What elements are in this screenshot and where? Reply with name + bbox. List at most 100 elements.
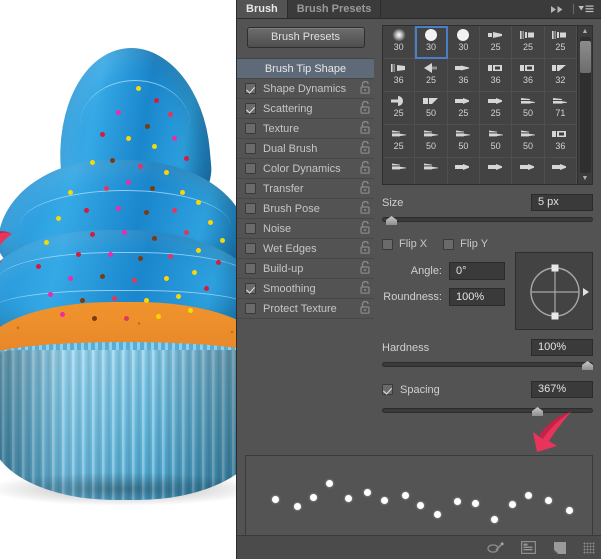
size-input[interactable]: 5 px bbox=[531, 194, 593, 211]
preset-scrollbar[interactable]: ▲ ▼ bbox=[577, 26, 592, 184]
brush-preset-item[interactable]: 30 bbox=[383, 26, 416, 59]
brush-preset-item[interactable]: 30 bbox=[447, 26, 480, 59]
scrollbar-thumb[interactable] bbox=[579, 41, 591, 73]
unlock-icon[interactable] bbox=[356, 220, 374, 237]
scrollbar-track[interactable] bbox=[579, 37, 591, 173]
brush-preset-item[interactable] bbox=[480, 158, 513, 184]
brush-option-checkbox[interactable] bbox=[245, 123, 256, 134]
brush-preset-item[interactable] bbox=[448, 158, 480, 184]
brush-preset-item[interactable]: 25 bbox=[383, 125, 416, 158]
brush-option-checkbox[interactable] bbox=[245, 203, 256, 214]
brush-preset-item[interactable]: 25 bbox=[383, 92, 416, 125]
roundness-input[interactable]: 100% bbox=[449, 288, 505, 306]
brush-option-protect-texture[interactable]: Protect Texture bbox=[237, 299, 374, 319]
brush-preset-item[interactable]: 36 bbox=[383, 59, 416, 92]
brush-preset-item[interactable]: 25 bbox=[447, 92, 480, 125]
brush-preset-item[interactable]: 25 bbox=[479, 26, 513, 59]
brush-option-color-dynamics[interactable]: Color Dynamics bbox=[237, 159, 374, 179]
brush-option-checkbox[interactable] bbox=[245, 263, 256, 274]
brush-preset-item[interactable]: 50 bbox=[512, 125, 545, 158]
size-slider[interactable] bbox=[382, 215, 593, 227]
document-canvas[interactable] bbox=[0, 0, 236, 559]
brush-preset-grid[interactable]: 30 30 30 25 25 25 36 25 36 36 36 32 25 50 25 25 50 71 25 50… bbox=[383, 26, 577, 184]
unlock-icon[interactable] bbox=[356, 80, 374, 97]
brush-option-checkbox[interactable] bbox=[245, 283, 256, 294]
panel-menu-icon[interactable] bbox=[576, 0, 601, 18]
brush-option-smoothing[interactable]: Smoothing bbox=[237, 279, 374, 299]
unlock-icon[interactable] bbox=[356, 100, 374, 117]
brush-preset-item[interactable]: 32 bbox=[544, 59, 577, 92]
flip-y-checkbox[interactable] bbox=[443, 238, 455, 250]
brush-option-scattering[interactable]: Scattering bbox=[237, 99, 374, 119]
unlock-icon[interactable] bbox=[356, 300, 374, 317]
brush-preset-item[interactable]: 50 bbox=[415, 92, 448, 125]
spacing-checkbox[interactable] bbox=[382, 384, 393, 395]
brush-preset-item[interactable]: 71 bbox=[544, 92, 577, 125]
brush-preset-item[interactable]: 50 bbox=[512, 92, 545, 125]
brush-preset-item[interactable]: 25 bbox=[479, 92, 513, 125]
brush-option-wet-edges[interactable]: Wet Edges bbox=[237, 239, 374, 259]
brush-option-checkbox[interactable] bbox=[245, 163, 256, 174]
brush-preset-item[interactable]: 50 bbox=[479, 125, 513, 158]
resize-grip-icon[interactable] bbox=[583, 541, 595, 554]
unlock-icon[interactable] bbox=[356, 160, 374, 177]
brush-option-checkbox[interactable] bbox=[245, 83, 256, 94]
brush-preset-item[interactable]: 36 bbox=[447, 59, 480, 92]
brush-option-checkbox[interactable] bbox=[245, 223, 256, 234]
unlock-icon[interactable] bbox=[356, 140, 374, 157]
angle-input[interactable]: 0° bbox=[449, 262, 505, 280]
size-label: Size bbox=[382, 196, 404, 209]
brush-option-label: Noise bbox=[263, 222, 292, 235]
brush-option-checkbox[interactable] bbox=[245, 243, 256, 254]
brush-preset-item[interactable]: 25 bbox=[415, 59, 448, 92]
brush-presets-button[interactable]: Brush Presets bbox=[246, 27, 365, 48]
brush-option-checkbox[interactable] bbox=[245, 183, 256, 194]
brush-option-brush-pose[interactable]: Brush Pose bbox=[237, 199, 374, 219]
brush-preset-item[interactable]: 50 bbox=[447, 125, 480, 158]
brush-option-dual-brush[interactable]: Dual Brush bbox=[237, 139, 374, 159]
double-arrow-right-icon[interactable] bbox=[544, 0, 571, 18]
scroll-up-arrow-icon[interactable]: ▲ bbox=[582, 28, 589, 35]
unlock-icon[interactable] bbox=[356, 120, 374, 137]
brush-preset-item[interactable]: 50 bbox=[415, 125, 448, 158]
brush-preset-item[interactable]: 25 bbox=[544, 26, 577, 59]
brush-preset-item[interactable]: 36 bbox=[479, 59, 513, 92]
unlock-icon[interactable] bbox=[356, 260, 374, 277]
unlock-icon[interactable] bbox=[356, 180, 374, 197]
tab-brush-presets[interactable]: Brush Presets bbox=[287, 0, 382, 18]
flip-x-checkbox[interactable] bbox=[382, 238, 393, 250]
brush-preset-picker[interactable]: 30 30 30 25 25 25 36 25 36 36 36 32 25 50 25 25 50 71 25 50… bbox=[382, 25, 593, 185]
brush-preset-item[interactable] bbox=[383, 158, 416, 184]
brush-tool-icon[interactable] bbox=[487, 540, 505, 556]
new-brush-icon[interactable] bbox=[551, 540, 569, 556]
brush-preset-thumb-icon bbox=[518, 28, 538, 42]
brush-preset-item[interactable]: 36 bbox=[544, 125, 577, 158]
brush-preset-thumb-icon bbox=[486, 94, 506, 108]
hardness-input[interactable]: 100% bbox=[531, 339, 593, 356]
hardness-slider[interactable] bbox=[382, 360, 593, 372]
brush-preset-item[interactable] bbox=[415, 158, 448, 184]
brush-option-checkbox[interactable] bbox=[245, 303, 256, 314]
brush-preset-item[interactable]: 36 bbox=[512, 59, 545, 92]
toggle-brush-panel-icon[interactable] bbox=[519, 540, 537, 556]
spacing-input[interactable]: 367% bbox=[531, 381, 593, 398]
brush-option-checkbox[interactable] bbox=[245, 143, 256, 154]
brush-option-texture[interactable]: Texture bbox=[237, 119, 374, 139]
brush-preset-item[interactable] bbox=[545, 158, 577, 184]
brush-preset-item[interactable]: 30 bbox=[415, 26, 448, 59]
brush-option-build-up[interactable]: Build-up bbox=[237, 259, 374, 279]
brush-option-brush-tip-shape[interactable]: Brush Tip Shape bbox=[237, 59, 374, 79]
unlock-icon[interactable] bbox=[356, 240, 374, 257]
spacing-slider[interactable] bbox=[382, 406, 593, 452]
brush-option-checkbox[interactable] bbox=[245, 103, 256, 114]
brush-preset-item[interactable] bbox=[512, 158, 545, 184]
brush-option-transfer[interactable]: Transfer bbox=[237, 179, 374, 199]
brush-option-noise[interactable]: Noise bbox=[237, 219, 374, 239]
tab-brush[interactable]: Brush bbox=[237, 0, 288, 18]
unlock-icon[interactable] bbox=[356, 280, 374, 297]
brush-option-shape-dynamics[interactable]: Shape Dynamics bbox=[237, 79, 374, 99]
unlock-icon[interactable] bbox=[356, 200, 374, 217]
brush-preset-item[interactable]: 25 bbox=[512, 26, 545, 59]
scroll-down-arrow-icon[interactable]: ▼ bbox=[582, 175, 589, 182]
brush-angle-roundness-widget[interactable] bbox=[515, 252, 593, 330]
